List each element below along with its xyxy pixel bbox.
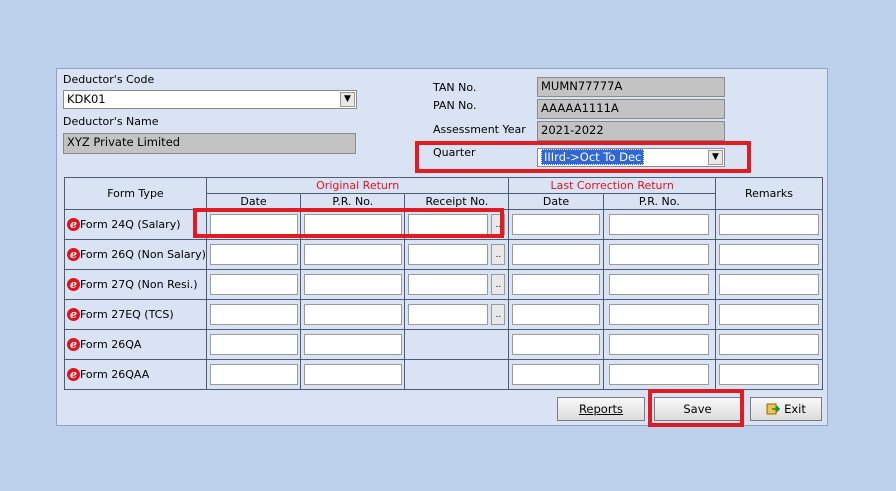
deductor-name-field: XYZ Private Limited (63, 133, 356, 154)
row-label: Form 24Q (Salary) (80, 217, 181, 231)
table-row: e Form 27EQ (TCS) .. (64, 299, 824, 330)
deductor-name-label: Deductor's Name (63, 115, 159, 128)
correction-date-input[interactable] (512, 214, 601, 235)
original-pr-input[interactable] (303, 334, 402, 355)
assessment-year-label: Assessment Year (433, 123, 526, 136)
row-label: Form 27EQ (TCS) (80, 307, 174, 321)
remarks-header: Remarks (714, 177, 824, 210)
exit-icon (766, 403, 781, 415)
correction-pr-input[interactable] (609, 304, 710, 325)
e-icon: e (67, 338, 80, 352)
correction-date-input[interactable] (512, 274, 601, 295)
original-pr-input[interactable] (303, 244, 402, 265)
quarter-highlight (415, 141, 751, 173)
pan-field: AAAAA1111A (537, 99, 725, 119)
table-row: e Form 26QAA (64, 359, 824, 390)
original-date-input[interactable] (209, 304, 298, 325)
correction-pr-input[interactable] (609, 244, 710, 265)
assessment-year-field: 2021-2022 (537, 121, 725, 141)
remarks-input[interactable] (718, 214, 819, 235)
reports-button[interactable]: Reports (557, 397, 645, 421)
row-label: Form 27Q (Non Resi.) (80, 277, 198, 291)
exit-button-label: Exit (784, 402, 806, 416)
original-pr-input[interactable] (303, 304, 402, 325)
e-icon: e (67, 218, 80, 232)
correction-date-input[interactable] (512, 244, 601, 265)
table-row: e Form 26QA (64, 329, 824, 360)
original-pr-input[interactable] (303, 364, 402, 385)
e-icon: e (67, 308, 80, 322)
form-type-header: Form Type (64, 177, 207, 210)
row-label: Form 26Q (Non Salary) (80, 247, 206, 261)
remarks-input[interactable] (718, 364, 819, 385)
tan-label: TAN No. (433, 81, 477, 94)
original-date-input[interactable] (209, 334, 298, 355)
correction-pr-input[interactable] (609, 274, 710, 295)
correction-date-input[interactable] (512, 304, 601, 325)
original-pr-input[interactable] (303, 274, 402, 295)
chevron-down-icon[interactable]: ▼ (340, 92, 355, 107)
form-24q-highlight (193, 208, 504, 238)
row-label: Form 26QAA (80, 367, 150, 381)
table-row: e Form 26Q (Non Salary) .. (64, 239, 824, 270)
e-icon: e (67, 248, 80, 262)
remarks-input[interactable] (718, 304, 819, 325)
original-date-input[interactable] (209, 244, 298, 265)
receipt-input[interactable] (408, 304, 489, 325)
browse-button[interactable]: .. (491, 244, 506, 265)
reports-button-label: Reports (578, 402, 624, 416)
deductor-code-value: KDK01 (67, 92, 106, 106)
pan-label: PAN No. (433, 99, 477, 112)
correction-date-input[interactable] (512, 364, 601, 385)
receipt-input[interactable] (408, 274, 489, 295)
save-highlight (648, 389, 744, 427)
deductor-code-label: Deductor's Code (63, 73, 155, 86)
remarks-input[interactable] (718, 244, 819, 265)
original-return-header: Original Return (205, 177, 510, 194)
tan-field: MUMN77777A (537, 77, 725, 97)
correction-pr-input[interactable] (609, 364, 710, 385)
remarks-input[interactable] (718, 274, 819, 295)
exit-button[interactable]: Exit (750, 397, 822, 421)
receipt-input[interactable] (408, 244, 489, 265)
original-date-input[interactable] (209, 364, 298, 385)
correction-date-input[interactable] (512, 334, 601, 355)
row-label: Form 26QA (80, 337, 142, 351)
deductor-code-select[interactable]: KDK01 ▼ (63, 90, 357, 109)
browse-button[interactable]: .. (491, 274, 506, 295)
correction-date-header: Date (508, 193, 604, 210)
e-icon: e (67, 368, 80, 382)
last-correction-header: Last Correction Return (508, 177, 716, 194)
e-icon: e (67, 278, 80, 292)
original-date-input[interactable] (209, 274, 298, 295)
browse-button[interactable]: .. (491, 304, 506, 325)
table-row: e Form 27Q (Non Resi.) .. (64, 269, 824, 300)
correction-pr-header: P.R. No. (602, 193, 716, 210)
tds-return-panel: Deductor's Code KDK01 ▼ Deductor's Name … (56, 68, 828, 426)
correction-pr-input[interactable] (609, 334, 710, 355)
remarks-input[interactable] (718, 334, 819, 355)
correction-pr-input[interactable] (609, 214, 710, 235)
